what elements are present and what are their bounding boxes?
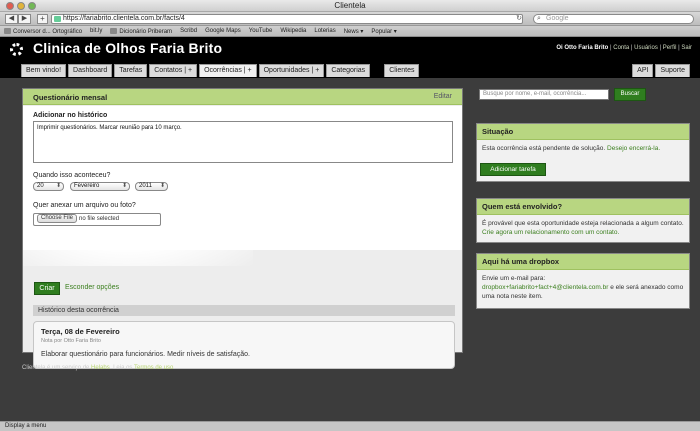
tab-api[interactable]: API [632,64,654,77]
bookmark-icon [110,27,118,34]
main-tabs: Bem vindo! Dashboard Tarefas Contatos | … [21,64,420,77]
bookmark-item[interactable]: Conversor d... Ortográfico [4,27,82,35]
greeting: Oi Otto Faria Brito [556,45,609,51]
user-nav: Oi Otto Faria Brito | Conta | Usuários |… [556,45,692,51]
back-button[interactable]: ◀ [5,14,18,24]
add-bookmark-button[interactable]: + [37,14,48,24]
zoom-icon[interactable] [28,2,36,10]
dropbox-text1: Envie um e-mail para: [482,275,546,282]
url-text: https://fariabrito.clientela.com.br/fact… [63,15,185,22]
reload-icon[interactable]: ↻ [514,14,524,24]
create-button[interactable]: Criar [34,282,60,295]
file-input[interactable]: Choose File no file selected [33,213,161,226]
search-button[interactable]: Buscar [614,88,646,101]
site-content: Clinica de Olhos Faria Brito Oi Otto Far… [0,37,700,421]
site-header: Clinica de Olhos Faria Brito Oi Otto Far… [0,37,700,78]
bookmark-item[interactable]: Dicionário Priberam [110,27,172,35]
main-panel: Questionário mensal Editar Adicionar no … [22,88,463,369]
close-occurrence-link[interactable]: Desejo encerrá-la. [607,145,660,152]
dropbox-box: Aqui há uma dropbox Envie um e-mail para… [476,253,690,309]
status-bar: Display a menu [0,421,700,431]
bookmark-item[interactable]: News ▾ [344,28,364,35]
window-title: Clientela [334,1,366,10]
terms-link[interactable]: Termos de uso [134,365,173,371]
edit-link[interactable]: Editar [434,93,452,100]
search-placeholder: Google [546,15,569,22]
account-link[interactable]: Conta [613,45,629,51]
entry-date: Terça, 08 de Fevereiro [41,327,120,336]
logout-link[interactable]: Sair [681,45,692,51]
situacao-text: Esta ocorrência está pendente de solução… [482,145,606,152]
add-task-button[interactable]: Adicionar tarefa [480,163,546,176]
bookmark-item[interactable]: bit.ly [90,28,102,34]
history-entry: Terça, 08 de Fevereiro Nota por Otto Far… [33,321,455,369]
minimize-icon[interactable] [17,2,25,10]
close-icon[interactable] [6,2,14,10]
bookmark-item[interactable]: Wikipedia [280,28,306,34]
dropbox-title: Aqui há uma dropbox [477,254,689,270]
situacao-title: Situação [477,124,689,140]
google-search-input[interactable]: ⌕ Google [533,14,694,24]
day-select[interactable]: 20 [33,182,64,191]
tab-tarefas[interactable]: Tarefas [114,64,148,77]
sidebar-search-input[interactable]: Busque por nome, e-mail, ocorrência... [479,89,609,100]
address-bar[interactable]: https://fariabrito.clientela.com.br/fact… [51,14,523,24]
helabs-link[interactable]: Helabs [91,365,110,371]
entry-author: Nota por Otto Faria Brito [41,338,101,344]
situacao-content: Esta ocorrência está pendente de solução… [477,140,689,157]
tab-categorias[interactable]: Categorias [326,64,371,77]
note-textarea[interactable]: Imprimir questionários. Marcar reunião p… [33,121,453,163]
brand-title[interactable]: Clinica de Olhos Faria Brito [33,40,222,56]
tab-ocorrencias[interactable]: Ocorrências | + [199,64,257,77]
bookmark-item[interactable]: Google Maps [205,28,241,34]
file-status: no file selected [79,216,120,222]
envolvido-box: Quem está envolvido? É provável que esta… [476,198,690,243]
bookmark-item[interactable]: YouTube [249,28,273,34]
tab-contatos[interactable]: Contatos | + [149,64,198,77]
title-bar: Clientela [0,0,700,12]
tab-bem-vindo[interactable]: Bem vindo! [21,64,67,77]
year-select[interactable]: 2011 [135,182,168,191]
dropbox-email-link[interactable]: dropbox+fariabrito+fact+4@clientela.com.… [482,284,608,291]
profile-link[interactable]: Perfil [663,45,677,51]
envolvido-text: É provável que esta oportunidade esteja … [482,220,684,227]
month-select[interactable]: Fevereiro [70,182,130,191]
window-controls [6,2,36,10]
choose-file-button[interactable]: Choose File [37,214,78,223]
forward-button[interactable]: ▶ [18,14,31,24]
bookmark-item[interactable]: Scribd [180,28,197,34]
browser-window: Clientela ◀ ▶ + https://fariabrito.clien… [0,0,700,431]
tab-suporte[interactable]: Suporte [655,64,690,77]
panel-header: Questionário mensal Editar [23,89,462,105]
when-label: Quando isso aconteceu? [33,172,111,179]
users-link[interactable]: Usuários [634,45,658,51]
tab-oportunidades[interactable]: Oportunidades | + [258,64,325,77]
envolvido-title: Quem está envolvido? [477,199,689,215]
add-history-label: Adicionar no histórico [33,112,108,119]
history-header: Histórico desta ocorrência [33,305,455,316]
entry-text: Elaborar questionário para funcionários.… [41,351,250,358]
tab-dashboard[interactable]: Dashboard [68,64,113,77]
create-relationship-link[interactable]: Crie agora um relacionamento com um cont… [482,229,619,236]
search-icon: ⌕ [537,15,541,22]
tab-clientes[interactable]: Clientes [384,64,420,77]
browser-toolbar: ◀ ▶ + https://fariabrito.clientela.com.b… [0,12,700,26]
bookmark-item[interactable]: Loterias [314,28,335,34]
hide-options-link[interactable]: Esconder opções [65,284,119,291]
right-tabs: API Suporte [632,64,690,77]
bookmark-icon [4,27,11,34]
envolvido-content: É provável que esta oportunidade esteja … [477,215,689,241]
favicon-icon [54,16,61,22]
footer: Clientela é um serviço de Helabs. Leia o… [22,365,176,371]
page-title: Questionário mensal [33,93,108,102]
dropbox-content: Envie um e-mail para: dropbox+fariabrito… [477,270,689,305]
bookmark-item[interactable]: Popular ▾ [371,28,396,35]
history-form: Adicionar no histórico Imprimir question… [23,106,462,266]
bookmarks-bar: Conversor d... Ortográfico bit.ly Dicion… [0,26,700,37]
gear-logo-icon [10,43,23,56]
attach-label: Quer anexar um arquivo ou foto? [33,202,136,209]
